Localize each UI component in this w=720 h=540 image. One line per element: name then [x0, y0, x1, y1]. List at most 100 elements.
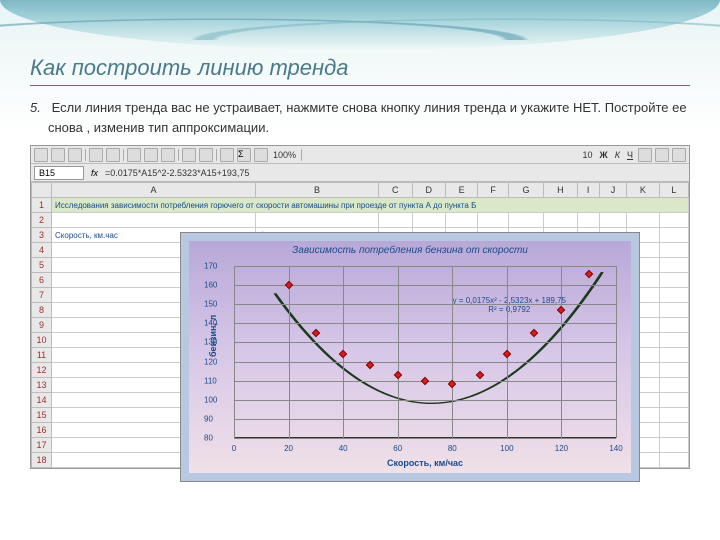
row-header[interactable]: 14	[32, 393, 52, 408]
cell[interactable]	[659, 213, 689, 228]
col-header[interactable]: F	[478, 183, 509, 198]
cell[interactable]	[577, 213, 599, 228]
row-header[interactable]: 13	[32, 378, 52, 393]
col-header[interactable]: L	[659, 183, 689, 198]
italic-button[interactable]: К	[613, 150, 622, 160]
cell[interactable]	[659, 453, 689, 468]
cell[interactable]	[659, 228, 689, 243]
y-tick-label: 100	[204, 395, 614, 404]
font-size[interactable]: 10	[581, 150, 595, 160]
cell[interactable]	[659, 243, 689, 258]
x-tick-label: 140	[609, 444, 622, 453]
row-header[interactable]: 4	[32, 243, 52, 258]
row-header[interactable]: 18	[32, 453, 52, 468]
paste-icon[interactable]	[161, 148, 175, 162]
x-tick-label: 120	[555, 444, 568, 453]
align-right-icon[interactable]	[672, 148, 686, 162]
row-header[interactable]: 5	[32, 258, 52, 273]
formula-text[interactable]: =0.0175*A15^2-2.5323*A15+193,75	[105, 168, 249, 178]
row-header[interactable]: 6	[32, 273, 52, 288]
row-header[interactable]: 7	[32, 288, 52, 303]
row-header[interactable]: 2	[32, 213, 52, 228]
row-header[interactable]: 17	[32, 438, 52, 453]
separator	[178, 149, 179, 161]
cut-icon[interactable]	[127, 148, 141, 162]
row-header[interactable]: 10	[32, 333, 52, 348]
row-header[interactable]: 9	[32, 318, 52, 333]
col-header[interactable]: K	[627, 183, 659, 198]
chart-title: Зависимость потребления бензина от скоро…	[189, 241, 631, 260]
preview-icon[interactable]	[106, 148, 120, 162]
gridline-v	[398, 266, 399, 438]
cell[interactable]	[508, 213, 543, 228]
cell[interactable]	[659, 288, 689, 303]
col-header[interactable]: G	[508, 183, 543, 198]
cell[interactable]	[478, 213, 509, 228]
y-tick-label: 130	[204, 338, 614, 347]
cell[interactable]	[659, 348, 689, 363]
fx-icon[interactable]: fx	[87, 168, 102, 178]
cell[interactable]	[659, 438, 689, 453]
cell[interactable]	[659, 423, 689, 438]
new-icon[interactable]	[34, 148, 48, 162]
row-header[interactable]: 16	[32, 423, 52, 438]
y-tick-label: 120	[204, 357, 614, 366]
cell[interactable]	[544, 213, 578, 228]
chart-object[interactable]: Зависимость потребления бензина от скоро…	[180, 232, 640, 482]
y-tick-label: 170	[204, 262, 614, 271]
col-header[interactable]: E	[446, 183, 478, 198]
redo-icon[interactable]	[199, 148, 213, 162]
bold-button[interactable]: Ж	[598, 150, 610, 160]
align-center-icon[interactable]	[655, 148, 669, 162]
cell[interactable]	[659, 378, 689, 393]
col-header[interactable]: J	[599, 183, 627, 198]
col-header[interactable]: C	[378, 183, 412, 198]
x-tick-label: 80	[448, 444, 457, 453]
print-icon[interactable]	[89, 148, 103, 162]
cell[interactable]	[378, 213, 412, 228]
gridline-v	[452, 266, 453, 438]
cell[interactable]	[446, 213, 478, 228]
y-tick-label: 160	[204, 281, 614, 290]
col-header[interactable]: H	[544, 183, 578, 198]
save-icon[interactable]	[68, 148, 82, 162]
open-icon[interactable]	[51, 148, 65, 162]
gridline-v	[234, 266, 235, 438]
cell[interactable]	[659, 258, 689, 273]
sum-icon[interactable]: Σ	[237, 148, 251, 162]
cell[interactable]	[52, 213, 256, 228]
col-header[interactable]: A	[52, 183, 256, 198]
col-header[interactable]: I	[577, 183, 599, 198]
cell[interactable]	[412, 213, 446, 228]
row-header[interactable]: 11	[32, 348, 52, 363]
cell[interactable]	[659, 408, 689, 423]
align-left-icon[interactable]	[638, 148, 652, 162]
chart-icon[interactable]	[254, 148, 268, 162]
cell[interactable]	[659, 273, 689, 288]
cell[interactable]	[659, 318, 689, 333]
col-header[interactable]: B	[256, 183, 379, 198]
cell[interactable]	[659, 333, 689, 348]
row-header[interactable]: 3	[32, 228, 52, 243]
underline-button[interactable]: Ч	[625, 150, 635, 160]
row-header[interactable]: 1	[32, 198, 52, 213]
name-box[interactable]: B15	[34, 166, 84, 180]
cell[interactable]	[627, 213, 659, 228]
cell[interactable]	[659, 393, 689, 408]
cell[interactable]	[659, 363, 689, 378]
cell[interactable]	[256, 213, 379, 228]
zoom-value[interactable]: 100%	[271, 150, 298, 160]
row-header[interactable]: 8	[32, 303, 52, 318]
cell[interactable]	[599, 213, 627, 228]
copy-icon[interactable]	[144, 148, 158, 162]
toolbar-main: Σ 100% 10 Ж К Ч	[31, 146, 689, 164]
sort-icon[interactable]	[220, 148, 234, 162]
decorative-wave-line	[0, 5, 720, 40]
row-header[interactable]: 15	[32, 408, 52, 423]
cell[interactable]	[659, 303, 689, 318]
row-header[interactable]: 12	[32, 363, 52, 378]
col-header[interactable]: D	[412, 183, 446, 198]
y-tick-label: 90	[204, 414, 614, 423]
title-cell[interactable]: Исследования зависимости потребления гор…	[52, 198, 689, 213]
undo-icon[interactable]	[182, 148, 196, 162]
